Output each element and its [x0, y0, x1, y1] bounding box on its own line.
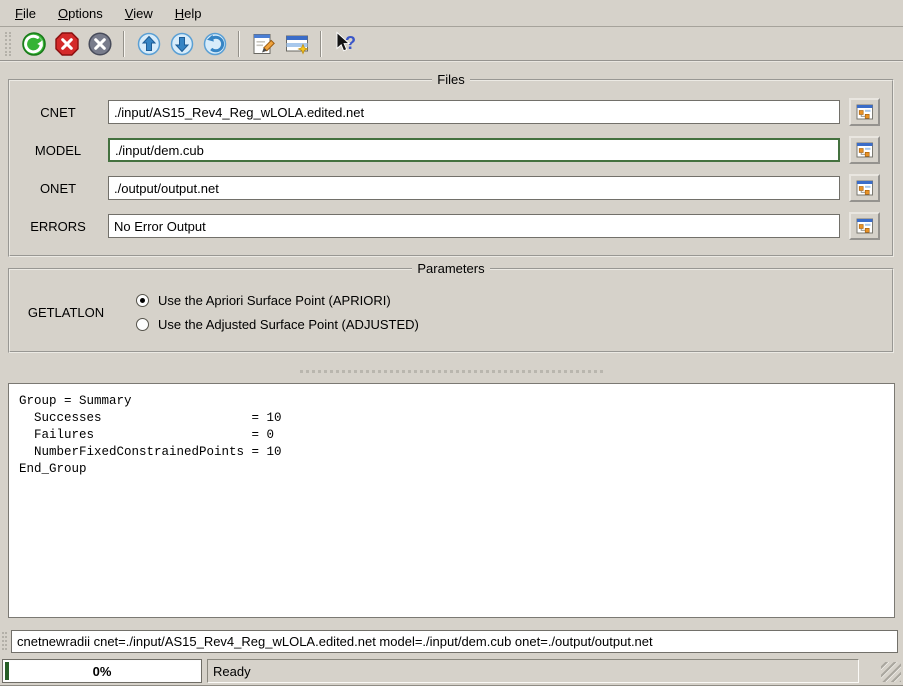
history-down-icon: [169, 31, 195, 57]
errors-input[interactable]: [108, 214, 840, 238]
edit-log-button[interactable]: [248, 29, 279, 60]
cnet-label: CNET: [22, 105, 94, 120]
reset-button[interactable]: [199, 29, 230, 60]
model-browse-button[interactable]: [849, 136, 880, 164]
toolbar-separator: [123, 31, 125, 57]
splitter-handle[interactable]: [300, 370, 603, 375]
radio-selected-icon: [136, 294, 149, 307]
command-line-row: [2, 629, 898, 653]
menu-file[interactable]: File: [4, 2, 47, 25]
onet-label: ONET: [22, 181, 94, 196]
field-row-cnet: CNET: [22, 99, 880, 125]
menu-options[interactable]: Options: [47, 2, 114, 25]
status-bar: 0% Ready: [0, 656, 903, 686]
files-group: Files CNET MODEL: [8, 72, 894, 257]
history-up-icon: [136, 31, 162, 57]
file-browser-icon: [855, 141, 875, 160]
close-button[interactable]: [84, 29, 115, 60]
field-row-onet: ONET: [22, 175, 880, 201]
cnet-input[interactable]: [108, 100, 840, 124]
menu-help[interactable]: Help: [164, 2, 213, 25]
history-next-button[interactable]: [166, 29, 197, 60]
stop-icon: [54, 31, 80, 57]
radio-adjusted[interactable]: Use the Adjusted Surface Point (ADJUSTED…: [136, 317, 419, 332]
toolbar: ?: [0, 28, 903, 62]
resize-grip[interactable]: [881, 662, 901, 682]
redo-icon: [202, 31, 228, 57]
cnet-browse-button[interactable]: [849, 98, 880, 126]
model-input[interactable]: [108, 138, 840, 162]
menu-bar: File Options View Help: [0, 0, 903, 27]
run-button[interactable]: [18, 29, 49, 60]
toolbar-separator: [238, 31, 240, 57]
parameters-group-title: Parameters: [412, 261, 489, 276]
output-log-text: Group = Summary Successes = 10 Failures …: [19, 393, 884, 478]
whats-this-icon: ?: [332, 31, 360, 57]
toolbar-separator: [320, 31, 322, 57]
errors-browse-button[interactable]: [849, 212, 880, 240]
getlatlon-row: GETLATLON Use the Apriori Surface Point …: [22, 293, 880, 332]
radio-unselected-icon: [136, 318, 149, 331]
new-window-button[interactable]: [281, 29, 312, 60]
file-browser-icon: [855, 217, 875, 236]
radio-apriori[interactable]: Use the Apriori Surface Point (APRIORI): [136, 293, 419, 308]
file-browser-icon: [855, 103, 875, 122]
go-icon: [21, 31, 47, 57]
onet-browse-button[interactable]: [849, 174, 880, 202]
progress-label: 0%: [3, 660, 201, 682]
files-group-title: Files: [432, 72, 469, 87]
toolbar-drag-handle[interactable]: [5, 32, 11, 56]
history-previous-button[interactable]: [133, 29, 164, 60]
model-label: MODEL: [22, 143, 94, 158]
getlatlon-label: GETLATLON: [22, 305, 110, 320]
command-line-drag-handle[interactable]: [2, 632, 7, 650]
file-browser-icon: [855, 179, 875, 198]
getlatlon-radio-group: Use the Apriori Surface Point (APRIORI) …: [136, 293, 419, 332]
field-row-model: MODEL: [22, 137, 880, 163]
stop-button[interactable]: [51, 29, 82, 60]
new-window-icon: [284, 31, 310, 57]
radio-apriori-label: Use the Apriori Surface Point (APRIORI): [158, 293, 391, 308]
output-log-area[interactable]: Group = Summary Successes = 10 Failures …: [8, 383, 895, 618]
status-message: Ready: [207, 659, 859, 683]
whats-this-button[interactable]: ?: [330, 29, 361, 60]
errors-label: ERRORS: [22, 219, 94, 234]
progress-bar: 0%: [2, 659, 202, 683]
field-row-errors: ERRORS: [22, 213, 880, 239]
menu-view[interactable]: View: [114, 2, 164, 25]
close-icon: [87, 31, 113, 57]
command-line-input[interactable]: [11, 630, 898, 653]
radio-adjusted-label: Use the Adjusted Surface Point (ADJUSTED…: [158, 317, 419, 332]
edit-log-icon: [251, 31, 277, 57]
onet-input[interactable]: [108, 176, 840, 200]
app-window: File Options View Help: [0, 0, 903, 686]
parameters-group: Parameters GETLATLON Use the Apriori Sur…: [8, 261, 894, 353]
